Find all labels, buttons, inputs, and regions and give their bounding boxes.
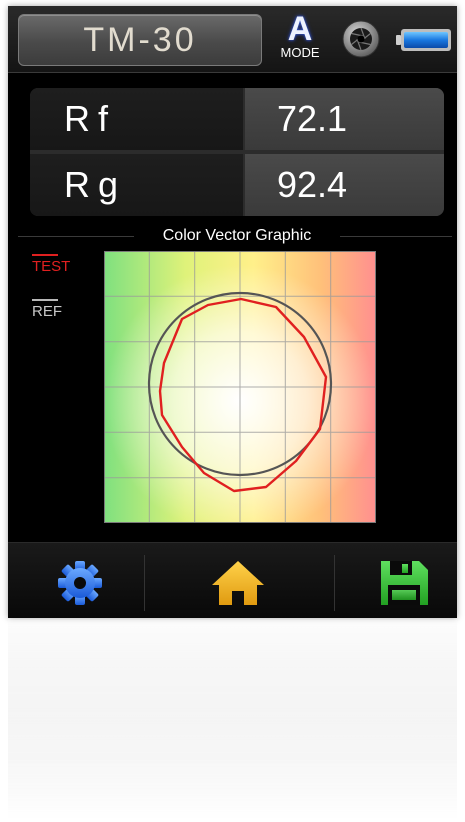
readings-panel: Rf 72.1 Rg 92.4 [30, 88, 444, 216]
shutter-icon[interactable] [342, 20, 380, 58]
home-icon[interactable] [210, 557, 266, 609]
reading-value-rf: 72.1 [245, 88, 444, 150]
legend-ref-label: REF [32, 303, 62, 320]
reading-label-rg: Rg [30, 154, 243, 216]
color-vector-graphic [104, 251, 376, 523]
save-icon[interactable] [376, 557, 432, 609]
legend-test-marker [32, 254, 58, 256]
mode-label: MODE [280, 45, 320, 60]
mode-button[interactable]: A MODE [274, 12, 326, 68]
header-bar: TM-30 A MODE [8, 6, 457, 73]
graph-title: Color Vector Graphic [134, 226, 340, 246]
reading-value-rg: 92.4 [245, 154, 444, 216]
reading-row-rg: Rg 92.4 [30, 154, 444, 216]
legend-test-label: TEST [32, 258, 71, 275]
reading-row-rf: Rf 72.1 [30, 88, 444, 150]
bottom-toolbar [8, 542, 457, 618]
mode-letter: A [287, 10, 313, 48]
gear-icon[interactable] [52, 557, 108, 609]
toolbar-divider [144, 555, 145, 611]
toolbar-divider [334, 555, 335, 611]
reading-label-rf: Rf [30, 88, 243, 150]
device-screen: TM-30 A MODE Rf 72.1 Rg 92.4 Color Vecto… [8, 6, 457, 618]
page-title: TM-30 [18, 14, 262, 66]
legend-ref-marker [32, 299, 58, 301]
battery-icon [396, 29, 451, 51]
device-reflection [8, 620, 457, 820]
